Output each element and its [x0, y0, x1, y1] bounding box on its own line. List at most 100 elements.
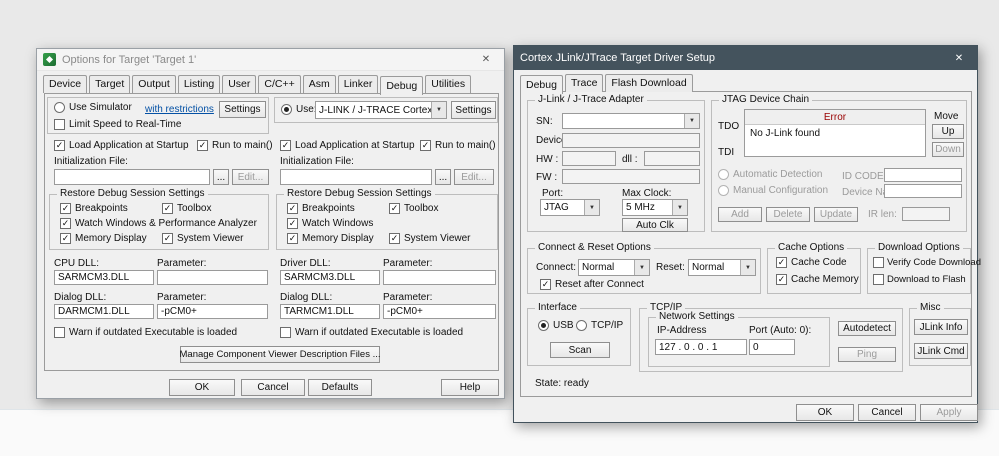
options-titlebar[interactable]: Options for Target 'Target 1' ✕: [37, 49, 504, 71]
connect-reset-group-title: Connect & Reset Options: [535, 242, 654, 253]
chevron-down-icon[interactable]: ▼: [684, 114, 699, 128]
sim-init-file-input[interactable]: [54, 169, 210, 185]
tab-listing[interactable]: Listing: [177, 75, 221, 93]
tab-user[interactable]: User: [222, 75, 257, 93]
tab-jl-flash-download[interactable]: Flash Download: [605, 74, 693, 92]
cancel-button[interactable]: Cancel: [241, 379, 305, 396]
check-icon: ✓: [540, 279, 551, 290]
use-driver-radio[interactable]: Use:: [281, 104, 317, 115]
drv-toolbox-checkbox[interactable]: ✓ Toolbox: [389, 203, 438, 214]
chevron-down-icon[interactable]: ▼: [431, 102, 446, 118]
drv-sysviewer-checkbox[interactable]: ✓ System Viewer: [389, 233, 471, 244]
cpu-parameter-input[interactable]: [157, 270, 268, 285]
with-restrictions-link[interactable]: with restrictions: [145, 104, 214, 115]
jlink-info-button[interactable]: JLink Info: [914, 319, 968, 335]
drv-run-to-main-checkbox[interactable]: ✓ Run to main(): [420, 140, 496, 151]
chevron-down-icon[interactable]: ▼: [584, 200, 599, 215]
reset-after-connect-checkbox[interactable]: ✓ Reset after Connect: [540, 279, 644, 290]
tab-target[interactable]: Target: [89, 75, 131, 93]
drv-dialog-parameter-input[interactable]: -pCM0+: [383, 304, 496, 319]
jlink-close-icon[interactable]: ✕: [947, 53, 971, 64]
jl-cancel-button[interactable]: Cancel: [858, 404, 916, 421]
sim-toolbox-checkbox[interactable]: ✓ Toolbox: [162, 203, 211, 214]
jlink-titlebar[interactable]: Cortex JLink/JTrace Target Driver Setup …: [514, 46, 977, 70]
jlink-cmd-button[interactable]: JLink Cmd: [914, 343, 968, 359]
driver-parameter-input[interactable]: [383, 270, 496, 285]
scan-button[interactable]: Scan: [550, 342, 610, 358]
sim-watch-checkbox[interactable]: ✓ Watch Windows & Performance Analyzer: [60, 218, 257, 229]
autodetect-button[interactable]: Autodetect: [838, 321, 896, 336]
chevron-down-icon[interactable]: ▼: [672, 200, 687, 215]
cache-code-checkbox[interactable]: ✓ Cache Code: [776, 257, 847, 268]
drv-restore-group: Restore Debug Session Settings ✓ Breakpo…: [276, 188, 498, 250]
drv-warn-outdated-checkbox[interactable]: Warn if outdated Executable is loaded: [280, 327, 463, 338]
connect-combo[interactable]: Normal ▼: [578, 259, 650, 276]
drv-breakpoints-checkbox[interactable]: ✓ Breakpoints: [287, 203, 355, 214]
driver-settings-button[interactable]: Settings: [451, 101, 496, 119]
usb-radio[interactable]: USB: [538, 320, 574, 331]
sim-restore-group-title: Restore Debug Session Settings: [57, 188, 208, 199]
max-clock-combo[interactable]: 5 MHz ▼: [622, 199, 688, 216]
sim-browse-button[interactable]: ...: [213, 169, 229, 185]
tcpip-radio[interactable]: TCP/IP: [576, 320, 623, 331]
fw-field: [562, 169, 700, 184]
cache-memory-checkbox[interactable]: ✓ Cache Memory: [776, 274, 859, 285]
port-combo[interactable]: JTAG ▼: [540, 199, 600, 216]
tab-c-cpp[interactable]: C/C++: [258, 75, 301, 93]
sim-run-to-main-checkbox[interactable]: ✓ Run to main(): [197, 140, 273, 151]
manage-component-viewer-button[interactable]: Manage Component Viewer Description File…: [180, 346, 381, 363]
jl-ok-button[interactable]: OK: [796, 404, 854, 421]
ip-address-field[interactable]: 127 . 0 . 0 . 1: [655, 339, 747, 355]
sim-dialog-dll-input[interactable]: DARMCM1.DLL: [54, 304, 154, 319]
download-to-flash-checkbox[interactable]: Download to Flash: [873, 274, 966, 285]
cpu-dll-input[interactable]: SARMCM3.DLL: [54, 270, 154, 285]
driver-dll-input[interactable]: SARMCM3.DLL: [280, 270, 380, 285]
simulator-settings-button[interactable]: Settings: [219, 101, 266, 118]
tab-linker[interactable]: Linker: [337, 75, 379, 93]
sim-sysviewer-checkbox[interactable]: ✓ System Viewer: [162, 233, 244, 244]
drv-browse-button[interactable]: ...: [435, 169, 451, 185]
drv-dialog-dll-input[interactable]: TARMCM1.DLL: [280, 304, 380, 319]
sim-warn-outdated-checkbox[interactable]: Warn if outdated Executable is loaded: [54, 327, 237, 338]
use-simulator-radio[interactable]: Use Simulator: [54, 102, 132, 113]
tab-output[interactable]: Output: [132, 75, 176, 93]
error-column-header: Error: [745, 110, 925, 125]
drv-init-file-input[interactable]: [280, 169, 432, 185]
chevron-down-icon[interactable]: ▼: [634, 260, 649, 275]
chevron-down-icon[interactable]: ▼: [740, 260, 755, 275]
tab-utilities[interactable]: Utilities: [425, 75, 472, 93]
error-row[interactable]: No J-Link found: [745, 125, 925, 142]
port-field[interactable]: 0: [749, 339, 795, 355]
sim-memory-checkbox[interactable]: ✓ Memory Display: [60, 233, 147, 244]
options-close-icon[interactable]: ✕: [474, 54, 498, 65]
jlink-tab-strip: Debug Trace Flash Download: [514, 70, 977, 94]
drv-watch-checkbox[interactable]: ✓ Watch Windows: [287, 218, 373, 229]
help-button[interactable]: Help: [441, 379, 499, 396]
drv-toolbox-label: Toolbox: [404, 203, 439, 214]
reset-combo[interactable]: Normal ▼: [688, 259, 756, 276]
defaults-button[interactable]: Defaults: [308, 379, 372, 396]
sim-breakpoints-checkbox[interactable]: ✓ Breakpoints: [60, 203, 128, 214]
tab-asm[interactable]: Asm: [302, 75, 336, 93]
drv-load-app-checkbox[interactable]: ✓ Load Application at Startup: [280, 140, 415, 151]
drv-memory-checkbox[interactable]: ✓ Memory Display: [287, 233, 374, 244]
drv-sysviewer-label: System Viewer: [404, 233, 471, 244]
check-icon: ✓: [197, 140, 208, 151]
debug-driver-combo[interactable]: J-LINK / J-TRACE Cortex ▼: [315, 101, 447, 119]
automatic-detection-radio: Automatic Detection: [718, 169, 823, 180]
sim-load-app-checkbox[interactable]: ✓ Load Application at Startup: [54, 140, 189, 151]
tab-jl-trace[interactable]: Trace: [564, 74, 604, 92]
sn-combo[interactable]: ▼: [562, 113, 700, 129]
limit-speed-checkbox[interactable]: Limit Speed to Real-Time: [54, 119, 181, 130]
sim-sysviewer-label: System Viewer: [177, 233, 244, 244]
sim-dialog-parameter-input[interactable]: -pCM0+: [157, 304, 268, 319]
move-up-button[interactable]: Up: [932, 124, 964, 139]
auto-clk-button[interactable]: Auto Clk: [622, 218, 688, 232]
verify-code-download-checkbox[interactable]: Verify Code Download: [873, 257, 981, 268]
tab-jl-debug[interactable]: Debug: [520, 75, 563, 94]
manual-configuration-label: Manual Configuration: [733, 185, 829, 196]
tab-debug[interactable]: Debug: [380, 76, 424, 95]
ok-button[interactable]: OK: [169, 379, 235, 396]
check-icon: ✓: [60, 203, 71, 214]
tab-device[interactable]: Device: [43, 75, 88, 93]
